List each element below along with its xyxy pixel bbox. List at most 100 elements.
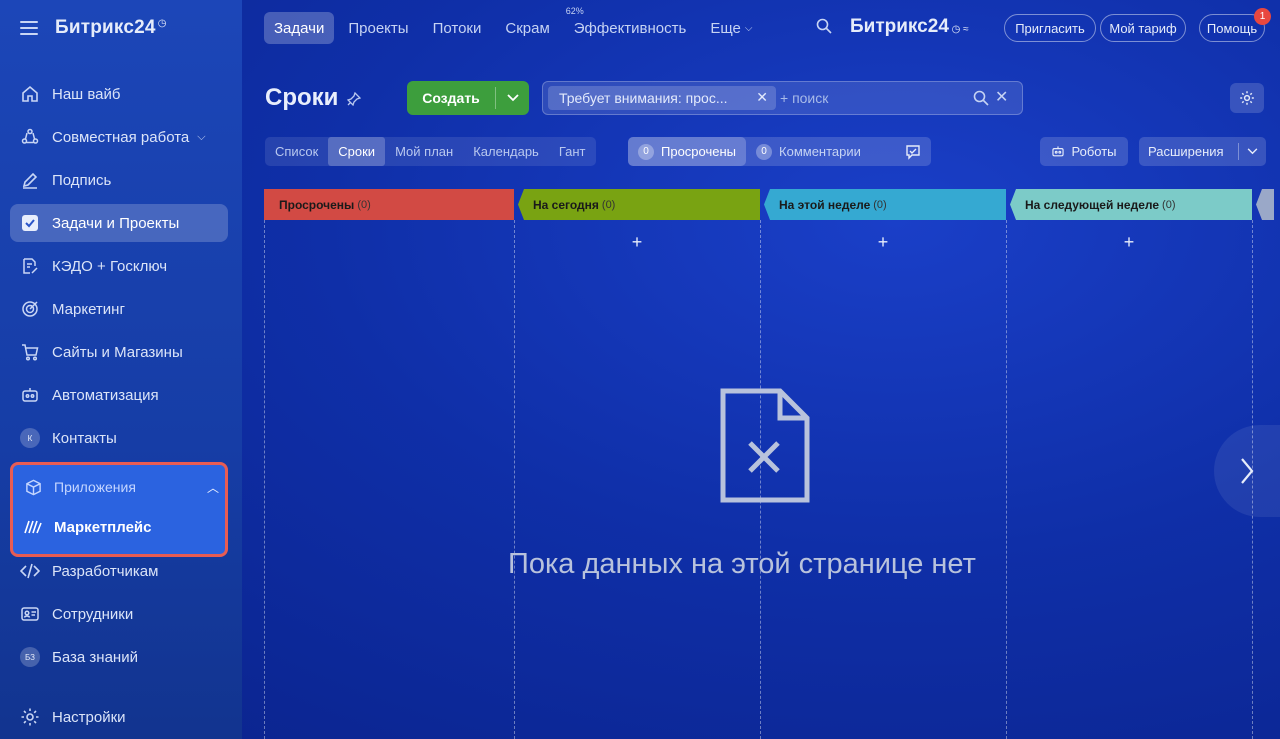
column-count: (0)	[873, 198, 887, 211]
sidebar-item-label: Сотрудники	[52, 605, 134, 623]
contacts-letter: К	[20, 428, 40, 448]
tab-label: Скрам	[505, 19, 550, 37]
column-title: На этой неделе	[779, 197, 871, 212]
tab-label: Задачи	[274, 19, 325, 37]
view-label: Мой план	[395, 144, 454, 159]
add-task-next-week-button[interactable]: +	[1119, 232, 1139, 253]
sidebar-item-home[interactable]: Наш вайб	[10, 75, 228, 113]
tab-efficiency[interactable]: 62% Эффективность	[564, 6, 697, 44]
chat-check-icon	[906, 144, 920, 160]
tab-label: Еще	[710, 19, 741, 37]
sidebar-item-knowledge-base[interactable]: БЗ База знаний	[10, 638, 228, 676]
sidebar-item-contacts[interactable]: К Контакты	[10, 419, 228, 457]
view-gantt[interactable]: Гант	[549, 137, 596, 166]
brand-text: Битрикс24	[850, 16, 949, 37]
view-my-plan[interactable]: Мой план	[385, 137, 463, 166]
create-label: Создать	[422, 90, 480, 106]
settings-button[interactable]	[1230, 83, 1264, 113]
column-header-overdue[interactable]: Просрочены (0)	[279, 189, 371, 220]
chevron-up-icon[interactable]: ︿	[207, 479, 219, 496]
sidebar-item-kedo[interactable]: КЭДО + Госключ	[10, 247, 228, 285]
invite-button[interactable]: Пригласить	[1004, 14, 1096, 42]
sidebar-item-label: Сайты и Магазины	[52, 343, 183, 361]
tariff-button[interactable]: Мой тариф	[1100, 14, 1186, 42]
document-edit-icon	[20, 256, 40, 276]
scroll-right-button[interactable]	[1214, 425, 1280, 517]
sidebar-item-label: Совместная работа	[52, 128, 190, 146]
tab-tasks[interactable]: Задачи	[264, 12, 335, 44]
close-icon[interactable]: ✕	[756, 89, 768, 106]
sidebar-item-settings[interactable]: Настройки	[20, 707, 126, 727]
extensions-label: Расширения	[1148, 144, 1224, 159]
sidebar-item-automation[interactable]: Автоматизация	[10, 376, 228, 414]
column-header-today[interactable]: На сегодня (0)	[533, 189, 615, 220]
chevron-down-icon: ⌵	[744, 22, 753, 34]
cube-icon	[23, 477, 43, 497]
marketplace-label: Маркетплейс	[54, 518, 152, 536]
sidebar: Битрикс24 ◷ Наш вайб Совместная работа ⌵ …	[0, 0, 242, 739]
apps-section: Приложения ︿ Маркетплейс	[10, 462, 228, 557]
brand-logo-top[interactable]: Битрикс24 ◷ ≈	[850, 16, 969, 38]
sidebar-item-label: КЭДО + Госключ	[52, 257, 168, 275]
add-task-this-week-button[interactable]: +	[873, 232, 893, 253]
search-icon[interactable]	[973, 90, 989, 106]
filter-search-bar[interactable]: Требует внимания: прос... ✕ + поиск ✕	[542, 81, 1023, 115]
help-label: Помощь	[1206, 20, 1258, 36]
extensions-button[interactable]: Расширения	[1139, 137, 1266, 166]
counter-comments[interactable]: 0 Комментарии	[746, 137, 871, 166]
add-task-today-button[interactable]: +	[627, 232, 647, 253]
filter-chip[interactable]: Требует внимания: прос... ✕	[548, 86, 776, 110]
robots-button[interactable]: Роботы	[1040, 137, 1128, 166]
sidebar-item-apps[interactable]: Приложения ︿	[23, 477, 219, 497]
pin-icon[interactable]	[346, 91, 362, 107]
tasks-icon	[20, 213, 40, 233]
chevron-down-icon[interactable]	[1239, 148, 1265, 155]
column-count: (0)	[601, 198, 616, 211]
notification-badge[interactable]: 1	[1254, 8, 1271, 25]
view-list[interactable]: Список	[265, 137, 328, 166]
sidebar-item-collaboration[interactable]: Совместная работа ⌵	[10, 118, 228, 156]
sidebar-item-label: Разработчикам	[52, 562, 159, 580]
read-all-button[interactable]	[895, 137, 931, 166]
tab-more[interactable]: Еще ⌵	[700, 12, 762, 44]
tab-scrum[interactable]: Скрам	[495, 12, 559, 44]
page-title: Сроки	[265, 84, 339, 111]
column-divider	[1006, 220, 1007, 739]
sidebar-item-marketplace[interactable]: Маркетплейс	[23, 517, 151, 537]
sidebar-item-label: Задачи и Проекты	[52, 214, 180, 232]
brand-row: Битрикс24 ◷	[20, 16, 167, 40]
sidebar-nav: Наш вайб Совместная работа ⌵ Подпись Зад…	[10, 75, 228, 462]
view-calendar[interactable]: Календарь	[463, 137, 549, 166]
sidebar-nav-secondary: Разработчикам Сотрудники БЗ База знаний	[10, 552, 228, 681]
tab-flows[interactable]: Потоки	[423, 12, 492, 44]
column-divider	[264, 220, 265, 739]
tab-projects[interactable]: Проекты	[338, 12, 418, 44]
create-button[interactable]: Создать	[407, 81, 529, 115]
home-icon	[20, 84, 40, 104]
view-deadlines[interactable]: Сроки	[328, 137, 386, 166]
column-header-this-week[interactable]: На этой неделе (0)	[779, 189, 887, 220]
counter-overdue[interactable]: 0 Просрочены	[628, 137, 747, 166]
sidebar-item-label: Контакты	[52, 429, 117, 447]
top-tabs: Задачи Проекты Потоки Скрам 62% Эффектив…	[264, 6, 766, 44]
sidebar-item-marketing[interactable]: Маркетинг	[10, 290, 228, 328]
column-title: На следующей неделе	[1025, 197, 1160, 212]
gear-icon	[1240, 91, 1254, 105]
search-icon[interactable]	[816, 18, 834, 36]
knowledge-base-avatar-icon: БЗ	[20, 647, 40, 667]
sidebar-item-sites[interactable]: Сайты и Магазины	[10, 333, 228, 371]
chevron-down-icon[interactable]	[496, 94, 529, 102]
sidebar-item-developers[interactable]: Разработчикам	[10, 552, 228, 590]
sidebar-item-employees[interactable]: Сотрудники	[10, 595, 228, 633]
menu-icon[interactable]	[20, 21, 38, 35]
column-header-next-week[interactable]: На следующей неделе (0)	[1025, 189, 1176, 220]
signature-icon	[20, 170, 40, 190]
sidebar-item-label: База знаний	[52, 648, 138, 666]
clear-icon[interactable]: ✕	[995, 90, 1008, 106]
column-title: Просрочены	[279, 197, 355, 212]
brand-logo[interactable]: Битрикс24 ◷	[55, 17, 167, 39]
empty-state-message: Пока данных на этой странице нет	[508, 548, 976, 580]
sidebar-item-signature[interactable]: Подпись	[10, 161, 228, 199]
sidebar-item-tasks[interactable]: Задачи и Проекты	[10, 204, 228, 242]
search-input[interactable]: + поиск	[780, 90, 828, 106]
